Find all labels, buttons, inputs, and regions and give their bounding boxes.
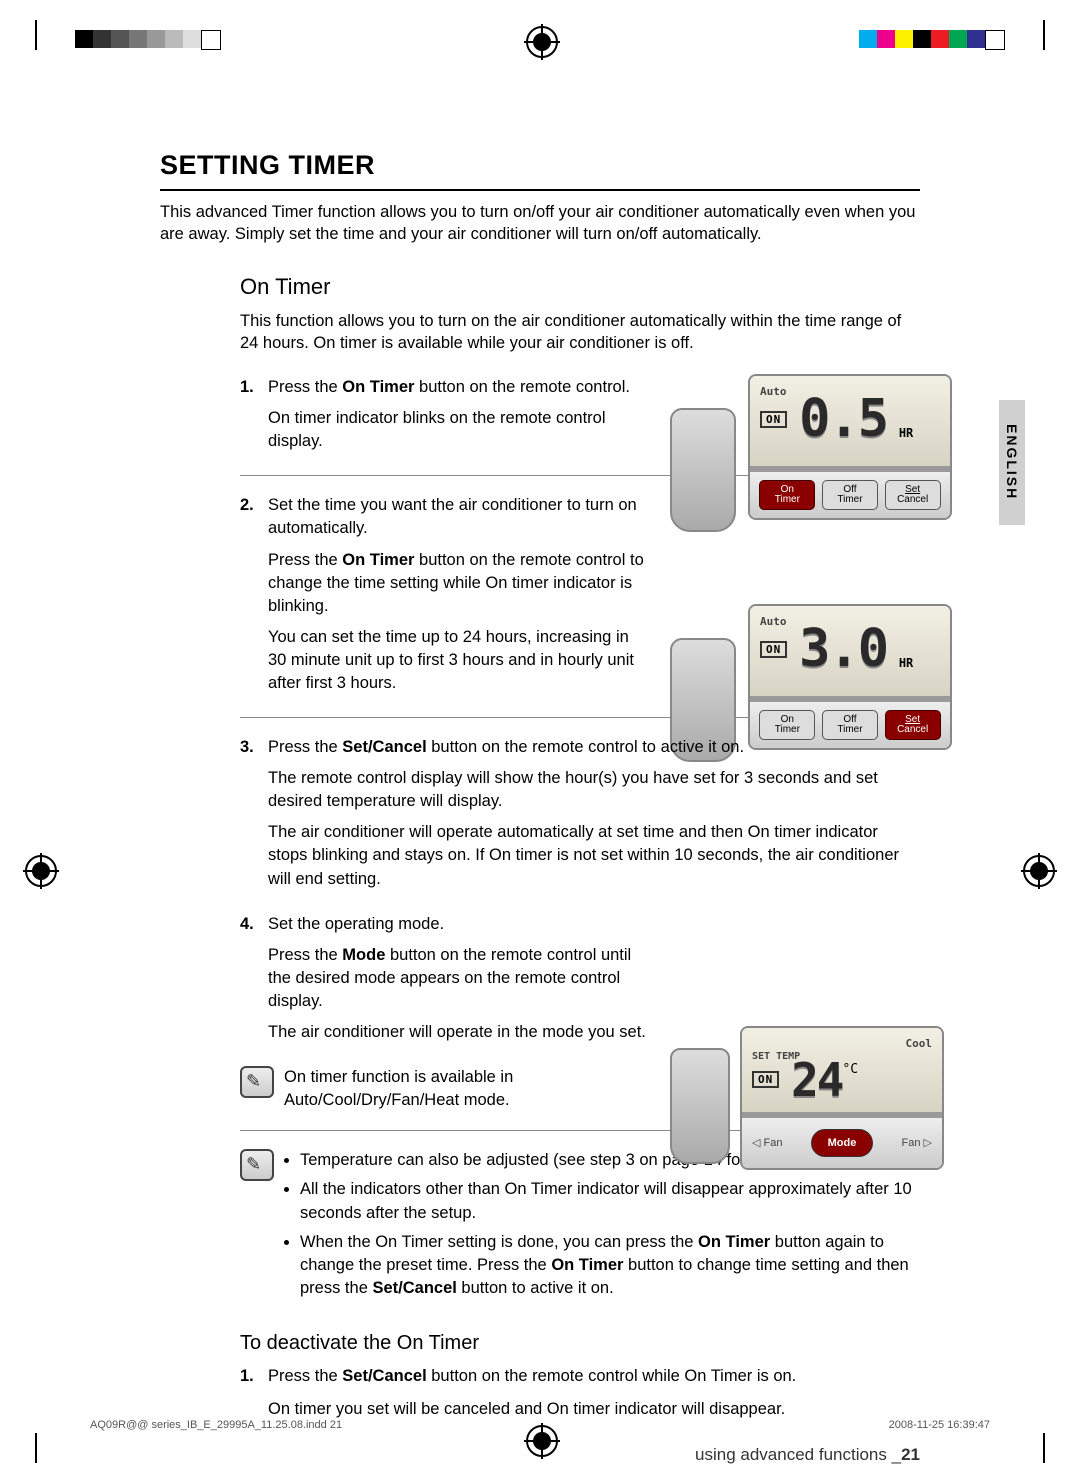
page-content: SETTING TIMER This advanced Timer functi… [160, 150, 920, 1465]
fan-left-label: ◁ Fan [752, 1136, 782, 1149]
print-timestamp: 2008-11-25 16:39:47 [889, 1419, 990, 1431]
note-additional: Temperature can also be adjusted (see st… [240, 1149, 920, 1306]
on-indicator: ON [752, 1071, 779, 1088]
step-4: 4.Set the operating mode.Press the Mode … [240, 913, 920, 1044]
sub-description: This function allows you to turn on the … [240, 310, 920, 355]
print-file: AQ09R@@ series_IB_E_29995A_11.25.08.indd… [90, 1419, 342, 1431]
subheading: On Timer [240, 274, 920, 300]
note-bullet: When the On Timer setting is done, you c… [300, 1231, 920, 1300]
set-temp-label: SET TEMP [752, 1051, 932, 1062]
step-1: 1.Press the On Timer button on the remot… [240, 376, 920, 453]
fan-right-label: Fan ▷ [902, 1136, 932, 1149]
crop-marks-bottom [35, 1433, 1045, 1463]
remote-icon [670, 1048, 730, 1164]
print-footer: AQ09R@@ series_IB_E_29995A_11.25.08.indd… [90, 1419, 990, 1431]
note-bullet: All the indicators other than On Timer i… [300, 1178, 920, 1224]
deactivate-step: 1. Press the Set/Cancel button on the re… [240, 1365, 920, 1421]
intro-text: This advanced Timer function allows you … [160, 201, 920, 246]
note-icon [240, 1149, 274, 1181]
step-3: 3.Press the Set/Cancel button on the rem… [240, 736, 920, 891]
step-2: 2.Set the time you want the air conditio… [240, 494, 920, 695]
set-cancel-button[interactable]: SetCancel [885, 710, 941, 740]
note-icon [240, 1066, 274, 1098]
deactivate-heading: To deactivate the On Timer [240, 1332, 920, 1355]
deg-c-label: °C [842, 1062, 858, 1077]
color-bar [859, 30, 1005, 48]
language-tab: ENGLISH [999, 400, 1025, 525]
registration-mark-icon [1023, 855, 1055, 887]
note-text: On timer function is available in Auto/C… [284, 1066, 644, 1112]
off-timer-button[interactable]: OffTimer [822, 710, 878, 740]
deactivate-body: On timer you set will be canceled and On… [268, 1398, 920, 1421]
on-timer-button[interactable]: OnTimer [759, 710, 815, 740]
registration-mark-icon [25, 855, 57, 887]
display-value: 24 [791, 1062, 842, 1099]
note-bullets: Temperature can also be adjusted (see st… [284, 1149, 920, 1306]
mode-button[interactable]: Mode [811, 1129, 873, 1157]
grayscale-bar [75, 30, 221, 48]
registration-mark-icon [526, 26, 558, 58]
page-title: SETTING TIMER [160, 150, 920, 191]
